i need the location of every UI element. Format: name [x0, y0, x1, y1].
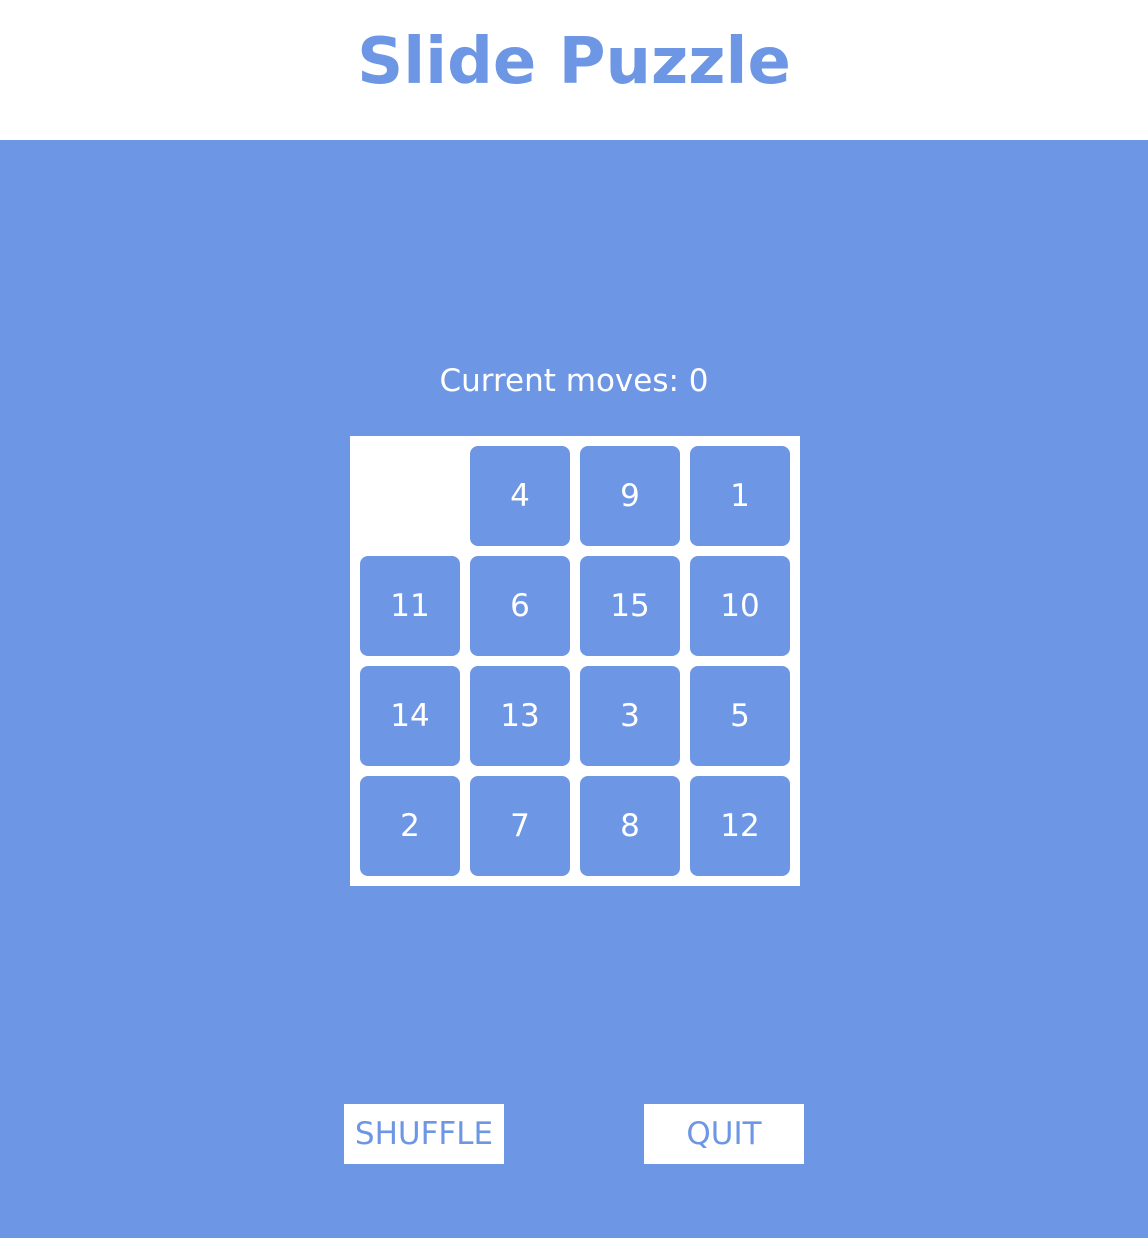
- tile[interactable]: 3: [580, 666, 680, 766]
- quit-button[interactable]: QUIT: [644, 1104, 804, 1164]
- tile[interactable]: 11: [360, 556, 460, 656]
- shuffle-button[interactable]: SHUFFLE: [344, 1104, 504, 1164]
- header: Slide Puzzle: [0, 0, 1148, 140]
- tile[interactable]: 5: [690, 666, 790, 766]
- tile[interactable]: 2: [360, 776, 460, 876]
- tile[interactable]: 7: [470, 776, 570, 876]
- game-area: Current moves: 0 4 9 1 11 6 15 10 14 13 …: [0, 140, 1148, 1238]
- moves-counter: Current moves: 0: [439, 363, 709, 399]
- tile[interactable]: 4: [470, 446, 570, 546]
- tile[interactable]: 10: [690, 556, 790, 656]
- tile[interactable]: 6: [470, 556, 570, 656]
- tile[interactable]: 13: [470, 666, 570, 766]
- tile[interactable]: 15: [580, 556, 680, 656]
- page-title: Slide Puzzle: [357, 25, 791, 99]
- tile[interactable]: 14: [360, 666, 460, 766]
- tile[interactable]: 12: [690, 776, 790, 876]
- tile[interactable]: 9: [580, 446, 680, 546]
- tile[interactable]: 8: [580, 776, 680, 876]
- puzzle-board: 4 9 1 11 6 15 10 14 13 3 5 2 7 8 12: [350, 436, 800, 886]
- tile[interactable]: 1: [690, 446, 790, 546]
- tile-empty: [360, 446, 460, 546]
